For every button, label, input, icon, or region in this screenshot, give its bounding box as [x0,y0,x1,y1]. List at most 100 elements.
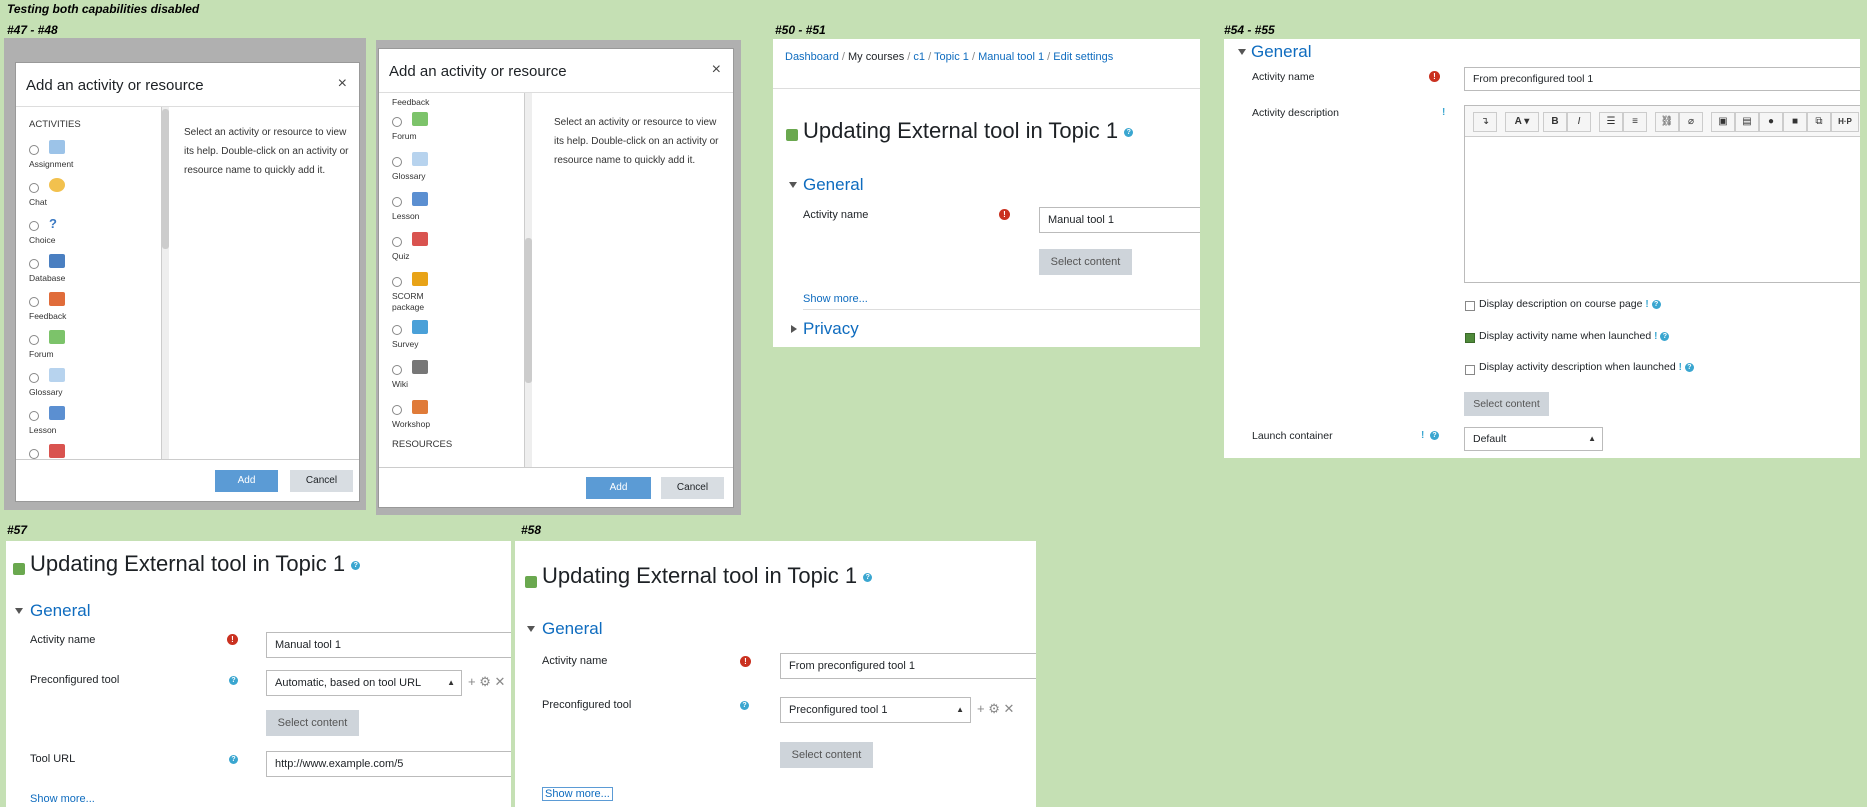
help-icon[interactable]: ? [229,676,238,685]
chevron-down-icon[interactable] [789,182,797,188]
list-item[interactable]: Database [16,251,161,289]
activity-name-input[interactable]: Manual tool 1 [1039,207,1200,233]
radio[interactable] [392,237,402,247]
radio[interactable] [392,197,402,207]
radio[interactable] [392,157,402,167]
help-icon[interactable]: ? [1124,127,1134,137]
add-button[interactable]: Add [215,470,278,492]
video-icon[interactable]: ■ [1783,112,1807,132]
list-item[interactable]: Lesson [16,403,161,441]
scrollbar[interactable] [525,93,532,467]
close-icon[interactable]: × [712,61,721,79]
select-content-button[interactable]: Select content [1039,249,1132,275]
list-item[interactable]: ? Choice [16,213,161,251]
italic-icon[interactable]: I [1567,112,1591,132]
radio[interactable] [392,277,402,287]
select-content-button[interactable]: Select content [266,710,359,736]
radio[interactable] [29,259,39,269]
breadcrumb-c1[interactable]: c1 [913,51,925,63]
breadcrumb-edit-settings[interactable]: Edit settings [1053,51,1113,63]
unlink-icon[interactable]: ⌀ [1679,112,1703,132]
cancel-button[interactable]: Cancel [290,470,353,492]
radio[interactable] [29,373,39,383]
list-item[interactable]: Chat [16,175,161,213]
microphone-icon[interactable]: ● [1759,112,1783,132]
chevron-right-icon[interactable] [791,325,797,333]
tool-url-input[interactable]: http://www.example.com/5 [266,751,511,777]
preconfigured-tool-select[interactable]: Preconfigured tool 1 ▲ [780,697,971,723]
list-item[interactable]: Assignment [16,137,161,175]
help-icon[interactable]: ? [1660,331,1670,341]
radio[interactable] [392,117,402,127]
select-content-button[interactable]: Select content [780,742,873,768]
tool-actions-icons[interactable]: + ⚙ ✕ [468,674,505,690]
link-icon[interactable]: ⛓ [1655,112,1679,132]
manage-files-icon[interactable]: ⧉ [1807,112,1831,132]
list-item[interactable]: Glossary [16,365,161,403]
list-item[interactable]: Survey [379,317,524,357]
preconfigured-tool-select[interactable]: Automatic, based on tool URL ▲ [266,670,462,696]
help-icon[interactable]: ? [740,701,749,710]
help-icon[interactable]: ? [863,572,873,582]
list-item[interactable]: Forum [16,327,161,365]
list-item[interactable] [16,441,161,461]
list-item[interactable]: Workshop [379,397,524,435]
scrollbar[interactable] [162,107,169,461]
breadcrumb-topic-1[interactable]: Topic 1 [934,51,969,63]
add-button[interactable]: Add [586,477,651,499]
bold-icon[interactable]: B [1543,112,1567,132]
radio[interactable] [392,325,402,335]
select-content-button[interactable]: Select content [1464,392,1549,416]
breadcrumb-my-courses[interactable]: My courses [848,51,904,63]
tool-actions-icons[interactable]: + ⚙ ✕ [977,701,1014,717]
display-name-checkbox[interactable] [1465,333,1475,343]
section-general[interactable]: General [1251,42,1311,62]
breadcrumb-dashboard[interactable]: Dashboard [785,51,839,63]
radio[interactable] [29,183,39,193]
show-more-link[interactable]: Show more... [542,787,613,801]
h5p-icon[interactable]: H·P [1831,112,1859,132]
breadcrumb-manual-tool[interactable]: Manual tool 1 [978,51,1044,63]
list-item[interactable]: Glossary [379,149,524,189]
radio[interactable] [392,365,402,375]
list-item[interactable]: Quiz [379,229,524,269]
list-item[interactable]: SCORM package [379,269,524,317]
section-privacy[interactable]: Privacy [803,319,859,339]
list-item[interactable]: Wiki [379,357,524,397]
display-activity-description-checkbox[interactable] [1465,365,1475,375]
activity-name-input[interactable]: Manual tool 1 [266,632,511,658]
section-general[interactable]: General [803,175,863,195]
bullet-list-icon[interactable]: ☰ [1599,112,1623,132]
launch-container-select[interactable]: Default ▲ [1464,427,1603,451]
activity-name-input[interactable]: From preconfigured tool 1 [1464,67,1860,91]
help-icon[interactable]: ? [1684,362,1694,372]
toolbar-toggle-icon[interactable]: ↴ [1473,112,1497,132]
radio[interactable] [29,221,39,231]
chevron-down-icon[interactable] [15,608,23,614]
section-general[interactable]: General [542,619,602,639]
radio[interactable] [29,145,39,155]
help-icon[interactable]: ? [1651,299,1661,309]
radio[interactable] [392,405,402,415]
activity-name-input[interactable]: From preconfigured tool 1 [780,653,1036,679]
help-icon[interactable]: ? [351,560,361,570]
radio[interactable] [29,297,39,307]
list-item[interactable]: Forum [379,109,524,149]
radio[interactable] [29,335,39,345]
font-style-icon[interactable]: A ▾ [1505,112,1539,132]
numbered-list-icon[interactable]: ≡ [1623,112,1647,132]
radio[interactable] [29,449,39,459]
list-item[interactable]: Lesson [379,189,524,229]
chevron-down-icon[interactable] [527,626,535,632]
chevron-down-icon[interactable] [1238,49,1246,55]
show-more-link[interactable]: Show more... [30,793,95,805]
display-description-checkbox[interactable] [1465,301,1475,311]
cancel-button[interactable]: Cancel [661,477,724,499]
list-item[interactable]: Feedback [16,289,161,327]
list-item[interactable]: Feedback [379,93,524,109]
image-icon[interactable]: ▣ [1711,112,1735,132]
help-icon[interactable]: ? [1430,431,1439,440]
help-icon[interactable]: ? [229,755,238,764]
close-icon[interactable]: × [338,75,347,93]
section-general[interactable]: General [30,601,90,621]
